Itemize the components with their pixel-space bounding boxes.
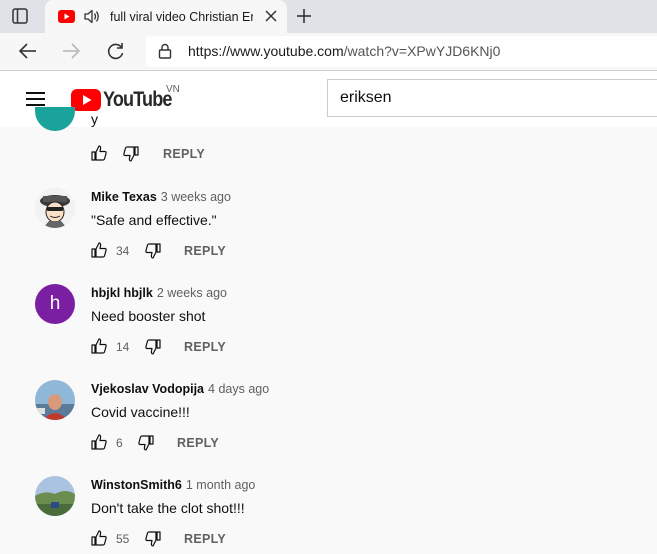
comment-text: "Safe and effective." [91, 212, 217, 228]
avatar[interactable] [35, 476, 75, 516]
reply-button[interactable]: REPLY [177, 435, 219, 451]
url-text[interactable]: https://www.youtube.com/watch?v=XPwYJD6K… [188, 42, 500, 61]
youtube-logo[interactable]: YouTube [71, 88, 172, 112]
hamburger-menu-icon[interactable] [25, 89, 47, 109]
youtube-favicon-icon [58, 10, 75, 23]
like-count: 14 [116, 340, 130, 354]
comment-text: y [91, 111, 98, 127]
avatar[interactable] [35, 188, 75, 228]
comment-time[interactable]: 2 weeks ago [157, 286, 227, 300]
new-tab-icon[interactable] [295, 7, 313, 25]
url-host: https://www.youtube.com [188, 43, 344, 59]
thumbs-down-icon[interactable] [123, 146, 139, 162]
address-bar[interactable]: https://www.youtube.com/watch?v=XPwYJD6K… [146, 36, 657, 67]
reload-icon[interactable] [105, 41, 127, 61]
url-path: /watch?v=XPwYJD6KNj0 [343, 43, 501, 59]
country-code: VN [166, 84, 180, 95]
avatar[interactable]: h [35, 284, 75, 324]
comment-item: h hbjkl hbjlk 2 weeks ago Need booster sh… [0, 284, 657, 380]
thumbs-up-icon[interactable] [91, 530, 107, 546]
search-box[interactable] [327, 79, 657, 117]
youtube-wordmark: YouTube [103, 88, 172, 111]
reply-button[interactable]: REPLY [163, 146, 205, 162]
like-count: 34 [116, 244, 130, 258]
like-count: 55 [116, 532, 130, 546]
thumbs-up-icon[interactable] [91, 145, 107, 161]
avatar[interactable] [35, 380, 75, 420]
forward-arrow-icon[interactable] [60, 41, 82, 61]
thumbs-up-icon[interactable] [91, 242, 107, 258]
comment-time[interactable]: 4 days ago [208, 382, 269, 396]
close-tab-icon[interactable] [264, 9, 278, 23]
comment-item: Mike Texas 3 weeks ago "Safe and effectiv… [0, 188, 657, 284]
comment-time[interactable]: 3 weeks ago [161, 190, 231, 204]
thumbs-down-icon[interactable] [145, 243, 161, 259]
comment-author[interactable]: Vjekoslav Vodopija [91, 382, 204, 396]
comment-author[interactable]: hbjkl hbjlk [91, 286, 153, 300]
comment-item: WinstonSmith6 1 month ago Don't take the … [0, 476, 657, 554]
thumbs-down-icon[interactable] [145, 531, 161, 547]
comment-author[interactable]: Mike Texas [91, 190, 157, 204]
avatar-letter: h [49, 293, 61, 314]
comment-text: Covid vaccine!!! [91, 404, 190, 420]
reply-button[interactable]: REPLY [184, 243, 226, 259]
comment-text: Don't take the clot shot!!! [91, 500, 245, 516]
tab-actions-icon[interactable] [11, 7, 29, 25]
browser-toolbar: https://www.youtube.com/watch?v=XPwYJD6K… [0, 33, 657, 71]
reply-button[interactable]: REPLY [184, 531, 226, 547]
speaker-icon[interactable] [83, 8, 101, 25]
comment-actions-row: REPLY [0, 127, 657, 167]
comment-text: Need booster shot [91, 308, 206, 324]
browser-window: full viral video Christian Eriksen [0, 0, 657, 554]
reply-button[interactable]: REPLY [184, 339, 226, 355]
thumbs-down-icon[interactable] [145, 339, 161, 355]
comments-section: y REPLY Mike Texas 3 weeks ago "Safe and… [0, 107, 657, 554]
youtube-header: YouTube [0, 71, 657, 127]
comment-author[interactable]: WinstonSmith6 [91, 478, 182, 492]
lock-icon[interactable] [158, 43, 172, 59]
back-arrow-icon[interactable] [17, 41, 39, 61]
comment-time[interactable]: 1 month ago [186, 478, 256, 492]
thumbs-down-icon[interactable] [138, 435, 154, 451]
like-count: 6 [116, 436, 123, 450]
thumbs-up-icon[interactable] [91, 338, 107, 354]
thumbs-up-icon[interactable] [91, 434, 107, 450]
tab-bar: full viral video Christian Eriksen [0, 0, 657, 33]
comment-item: Vjekoslav Vodopija 4 days ago Covid vacci… [0, 380, 657, 476]
active-tab[interactable]: full viral video Christian Eriksen [45, 0, 287, 33]
tab-title: full viral video Christian Eriksen [110, 10, 253, 24]
search-input[interactable] [340, 87, 640, 109]
youtube-play-icon [71, 89, 101, 111]
